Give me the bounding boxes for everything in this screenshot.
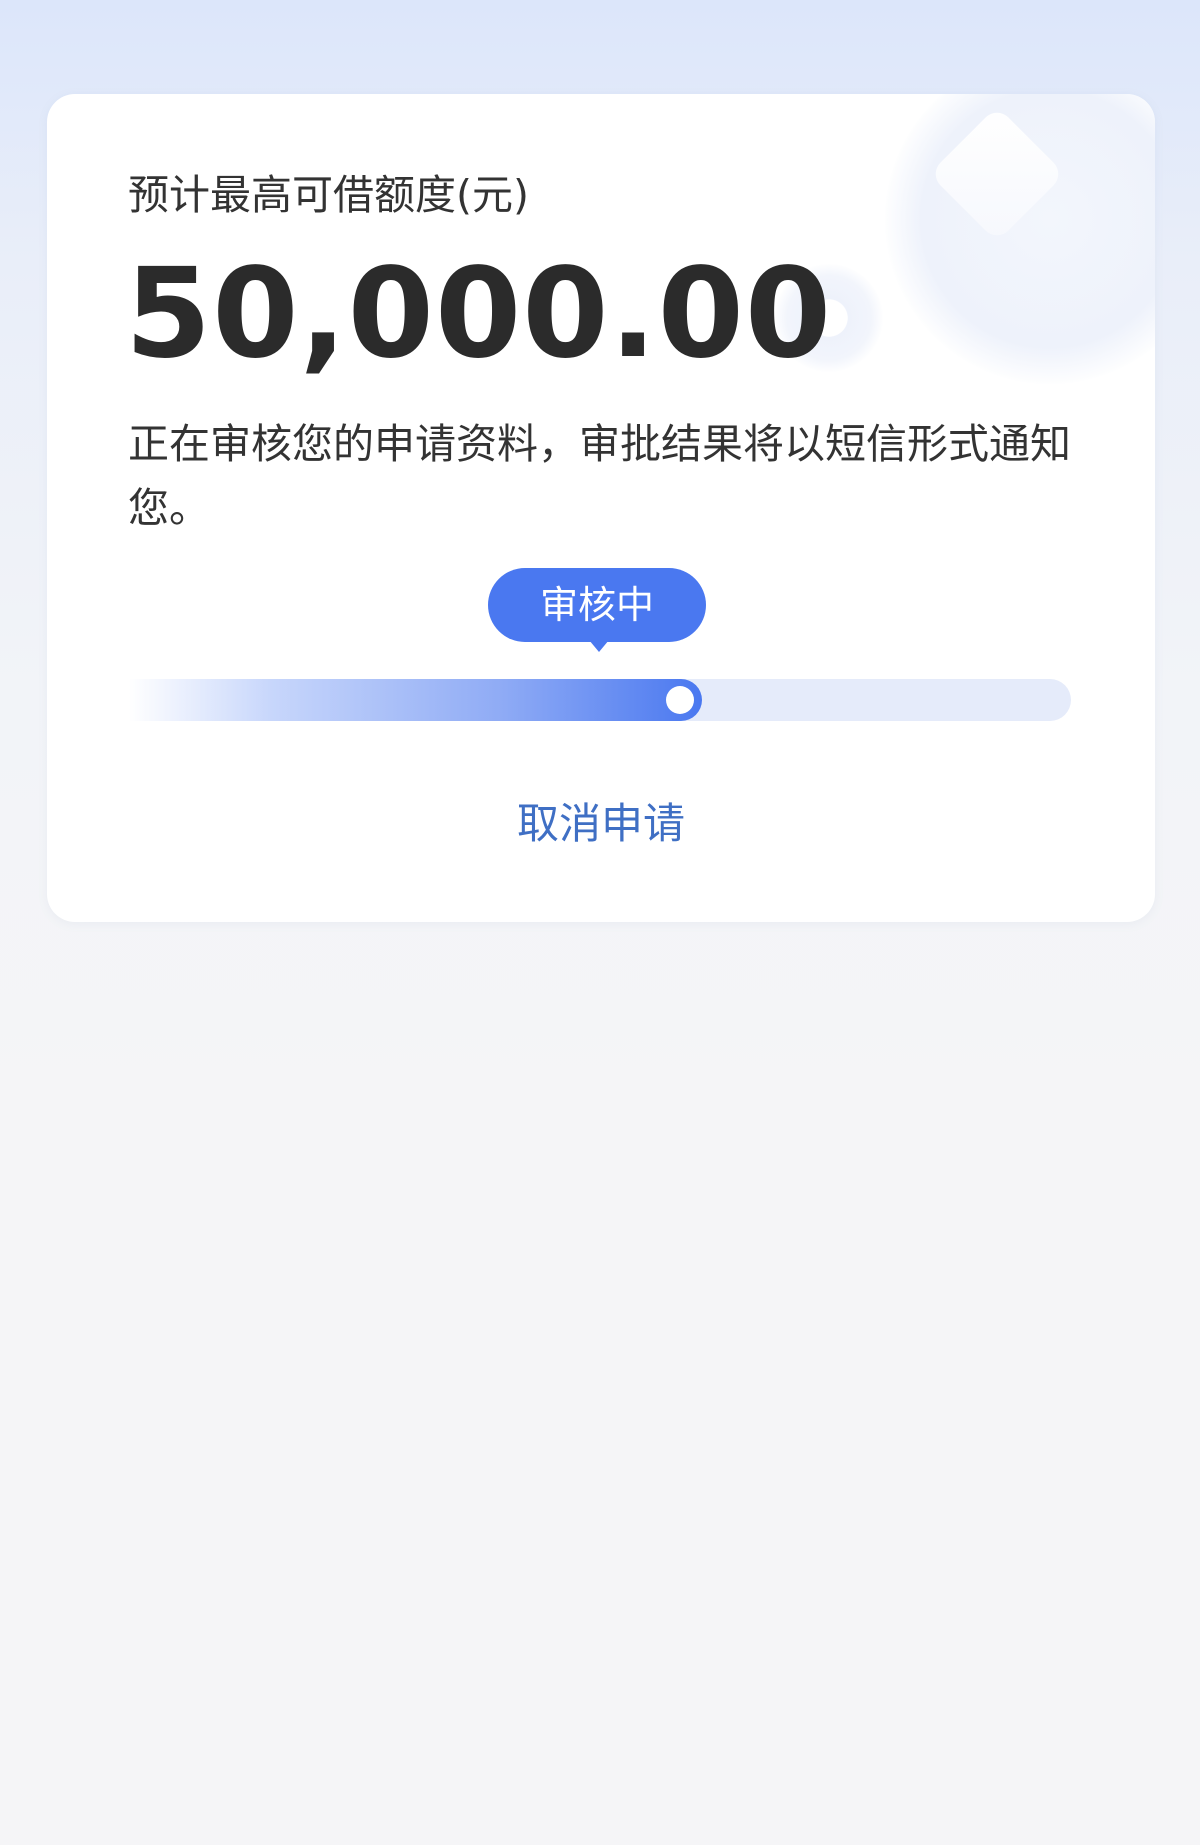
status-tooltip: 审核中 (488, 568, 706, 642)
decorative-circle (885, 94, 1155, 384)
loan-status-card: 预计最高可借额度(元) 50,000.00 正在审核您的申请资料，审批结果将以短… (47, 94, 1155, 922)
review-message: 正在审核您的申请资料，审批结果将以短信形式通知您。 (128, 420, 1071, 532)
review-progress-bar (129, 679, 1071, 721)
cancel-application-button[interactable]: 取消申请 (47, 790, 1155, 851)
limit-label: 预计最高可借额度(元) (128, 171, 529, 219)
decorative-diamond-icon (929, 106, 1065, 242)
limit-amount: 50,000.00 (125, 242, 833, 386)
progress-knob (666, 686, 694, 714)
tooltip-arrow-icon (589, 640, 609, 652)
progress-fill (129, 679, 702, 721)
